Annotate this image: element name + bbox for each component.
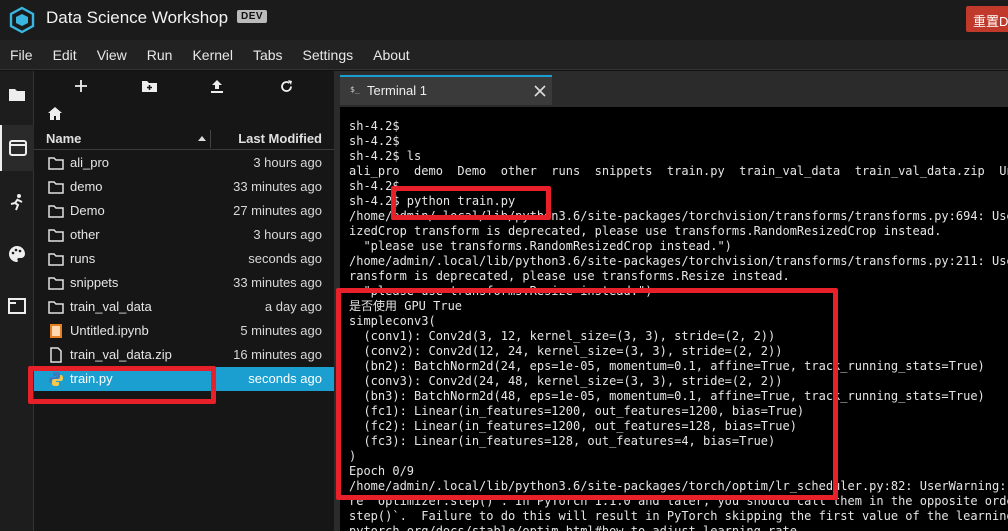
folder-icon <box>48 229 64 242</box>
annotation-box-train-file <box>28 366 216 404</box>
file-modified: a day ago <box>264 299 322 314</box>
rail-running-button[interactable] <box>0 125 34 171</box>
folder-icon <box>48 181 64 194</box>
folder-icon <box>9 89 25 101</box>
column-separator <box>210 130 211 148</box>
close-icon[interactable] <box>534 85 546 97</box>
file-icon <box>50 347 62 363</box>
file-list: ali_pro 3 hours ago demo 33 minutes ago Demo… <box>34 151 334 391</box>
terminal-line: sh-4.2$ <box>349 134 400 148</box>
rail-tabs-button[interactable] <box>0 283 34 329</box>
terminal-line: /home/admin/.local/lib/python3.6/site-pa… <box>349 254 1008 268</box>
menu-tabs[interactable]: Tabs <box>243 40 293 70</box>
file-name: train_val_data.zip <box>70 347 172 362</box>
app-logo-icon <box>9 6 35 34</box>
file-name: Demo <box>70 203 105 218</box>
file-name: demo <box>70 179 103 194</box>
new-launcher-button[interactable] <box>69 75 93 97</box>
file-modified: seconds ago <box>248 371 322 386</box>
folder-icon <box>48 205 64 218</box>
column-header-name[interactable]: Name <box>46 131 81 146</box>
file-row[interactable]: demo 33 minutes ago <box>34 175 334 199</box>
running-sessions-icon <box>9 140 27 156</box>
sort-ascending-icon <box>198 136 206 141</box>
refresh-button[interactable] <box>274 75 298 97</box>
terminal-line: sh-4.2$ <box>349 119 400 133</box>
file-name: ali_pro <box>70 155 110 170</box>
terminal-line: "please use transforms.RandomResizedCrop… <box>349 239 732 253</box>
file-row[interactable]: ali_pro 3 hours ago <box>34 151 334 175</box>
new-folder-icon <box>141 81 157 92</box>
file-row[interactable]: Untitled.ipynb 5 minutes ago <box>34 319 334 343</box>
env-badge: DEV <box>237 10 268 23</box>
menu-kernel[interactable]: Kernel <box>182 40 242 70</box>
menu-run[interactable]: Run <box>137 40 183 70</box>
menu-about[interactable]: About <box>363 40 420 70</box>
notebook-icon <box>50 324 62 338</box>
palette-icon <box>9 246 25 262</box>
file-modified: 16 minutes ago <box>233 347 322 362</box>
menu-settings[interactable]: Settings <box>293 40 364 70</box>
plus-icon <box>75 80 87 92</box>
file-browser: Name Last Modified ali_pro 3 hours ago dem… <box>34 71 334 531</box>
terminal-line: izedCrop transform is deprecated, please… <box>349 224 942 238</box>
file-modified: 5 minutes ago <box>240 323 322 338</box>
file-modified: 3 hours ago <box>253 155 322 170</box>
rail-commands-button[interactable] <box>0 179 34 225</box>
folder-icon <box>48 253 64 266</box>
refresh-icon <box>280 79 292 92</box>
reset-dsw-button[interactable]: 重置DSW <box>966 6 1008 32</box>
file-name: Untitled.ipynb <box>70 323 149 338</box>
file-modified: 27 minutes ago <box>233 203 322 218</box>
rail-file-browser-button[interactable] <box>0 71 34 117</box>
tab-label: Terminal 1 <box>367 83 427 98</box>
tabs-icon <box>8 298 26 314</box>
file-list-header: Name Last Modified <box>34 128 334 150</box>
home-icon <box>48 107 62 120</box>
left-sidebar-rail <box>0 71 34 531</box>
terminal-line: pytorch.org/docs/stable/optim.html#how-t… <box>349 524 797 531</box>
folder-icon <box>48 301 64 314</box>
rail-theme-button[interactable] <box>0 231 34 277</box>
file-row[interactable]: train_val_data.zip 16 minutes ago <box>34 343 334 367</box>
menu-bar: File Edit View Run Kernel Tabs Settings … <box>0 40 1008 70</box>
column-header-modified[interactable]: Last Modified <box>238 131 322 146</box>
tab-terminal-1[interactable]: $_ Terminal 1 <box>340 75 552 105</box>
file-name: snippets <box>70 275 119 290</box>
file-modified: 3 hours ago <box>253 227 322 242</box>
upload-button[interactable] <box>205 75 229 97</box>
new-folder-button[interactable] <box>137 75 161 97</box>
file-name: train_val_data <box>70 299 152 314</box>
file-name: runs <box>70 251 96 266</box>
file-row[interactable]: train_val_data a day ago <box>34 295 334 319</box>
terminal-line: sh-4.2$ ls <box>349 149 422 163</box>
folder-icon <box>48 157 64 170</box>
file-modified: 33 minutes ago <box>233 275 322 290</box>
title-bar: Data Science Workshop DEV 重置DSW <box>0 0 1008 40</box>
app-title: Data Science Workshop <box>46 8 229 27</box>
menu-view[interactable]: View <box>87 40 137 70</box>
menu-file[interactable]: File <box>0 40 43 70</box>
file-row[interactable]: Demo 27 minutes ago <box>34 199 334 223</box>
file-name: other <box>70 227 100 242</box>
upload-icon <box>211 79 223 93</box>
breadcrumb-home[interactable] <box>48 107 62 125</box>
file-browser-toolbar <box>34 71 334 101</box>
menu-edit[interactable]: Edit <box>43 40 87 70</box>
file-row[interactable]: runs seconds ago <box>34 247 334 271</box>
folder-icon <box>48 277 64 290</box>
file-row[interactable]: snippets 33 minutes ago <box>34 271 334 295</box>
file-row[interactable]: other 3 hours ago <box>34 223 334 247</box>
annotation-box-model-output <box>336 288 838 500</box>
file-modified: seconds ago <box>248 251 322 266</box>
terminal-icon: $_ <box>350 85 360 94</box>
terminal-line: ali_pro demo Demo other runs snippets tr… <box>349 164 1008 178</box>
terminal-line: step()`. Failure to do this will result … <box>349 509 1008 523</box>
annotation-box-command <box>391 186 551 220</box>
file-modified: 33 minutes ago <box>233 179 322 194</box>
runner-icon <box>10 194 23 211</box>
terminal-line: ransform is deprecated, please use trans… <box>349 269 790 283</box>
